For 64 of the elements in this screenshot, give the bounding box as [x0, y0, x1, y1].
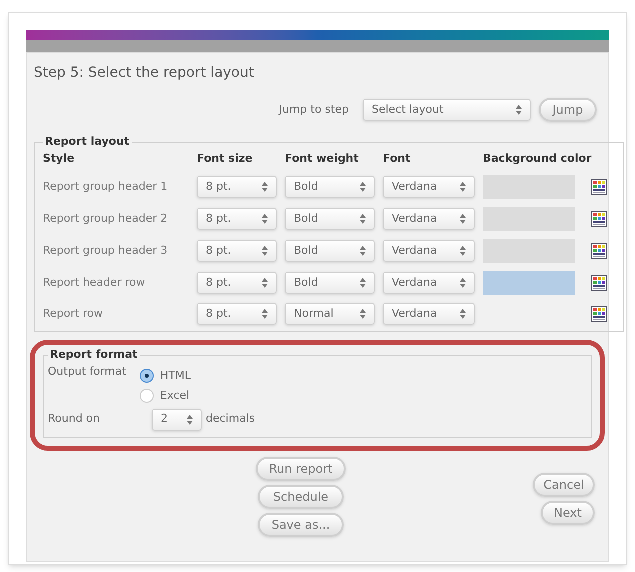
updown-icon: [460, 278, 466, 288]
updown-icon: [262, 246, 268, 256]
font-size-select[interactable]: 8 pt.: [197, 240, 277, 262]
color-picker-icon[interactable]: [591, 243, 607, 259]
font-weight-select[interactable]: Bold: [285, 272, 375, 294]
updown-icon: [360, 278, 366, 288]
pill-button[interactable]: Schedule: [258, 484, 344, 508]
group-legend: Report layout: [43, 134, 132, 150]
updown-icon: [262, 278, 268, 288]
round-label: Round on: [48, 411, 102, 428]
font-select[interactable]: Verdana: [383, 303, 475, 325]
output-format-label: Output format: [48, 364, 126, 380]
updown-icon: [262, 182, 268, 192]
style-label: Report row: [43, 306, 104, 322]
color-picker-icon[interactable]: [591, 179, 607, 195]
column-header: Font: [383, 150, 412, 166]
font-size-select[interactable]: 8 pt.: [197, 272, 277, 294]
jump-label: Jump to step: [279, 102, 349, 118]
step-title: Step 5: Select the report layout: [34, 64, 256, 83]
updown-icon: [360, 309, 366, 319]
updown-icon: [360, 214, 366, 224]
font-size-select[interactable]: 8 pt.: [197, 303, 277, 325]
color-picker-icon[interactable]: [591, 275, 607, 291]
updown-icon: [460, 214, 466, 224]
step-select[interactable]: Select layout: [363, 99, 531, 121]
font-select[interactable]: Verdana: [383, 208, 475, 230]
updown-icon: [360, 246, 366, 256]
updown-icon: [187, 414, 193, 424]
column-header: Font size: [197, 150, 254, 166]
font-weight-select[interactable]: Bold: [285, 208, 375, 230]
decimals-select[interactable]: 2: [152, 408, 202, 430]
updown-icon: [360, 182, 366, 192]
font-weight-select[interactable]: Normal: [285, 303, 375, 325]
font-weight-select[interactable]: Bold: [285, 176, 375, 198]
font-select[interactable]: Verdana: [383, 272, 475, 294]
style-label: Report group header 3: [43, 242, 169, 259]
color-picker-icon[interactable]: [591, 306, 607, 322]
column-header: Background color: [483, 150, 593, 166]
updown-icon: [460, 309, 466, 319]
style-label: Report group header 1: [43, 178, 169, 195]
decimals-label: decimals: [206, 411, 256, 428]
updown-icon: [262, 309, 268, 319]
font-size-select[interactable]: 8 pt.: [197, 208, 277, 230]
style-label: Report group header 2: [43, 210, 169, 227]
style-label: Report header row: [43, 274, 146, 291]
format-radio[interactable]: HTML: [140, 368, 192, 384]
pill-button[interactable]: Run report: [256, 456, 346, 480]
pill-button[interactable]: Next: [541, 500, 595, 524]
format-radio[interactable]: Excel: [140, 388, 192, 404]
color-picker-icon[interactable]: [591, 211, 607, 227]
column-header: Style: [43, 150, 76, 166]
font-select[interactable]: Verdana: [383, 176, 475, 198]
column-header: Font weight: [285, 150, 360, 166]
updown-icon: [460, 182, 466, 192]
font-select[interactable]: Verdana: [383, 240, 475, 262]
pill-button[interactable]: Save as...: [258, 512, 344, 536]
font-weight-select[interactable]: Bold: [285, 240, 375, 262]
font-size-select[interactable]: 8 pt.: [197, 176, 277, 198]
pill-button[interactable]: Cancel: [533, 472, 595, 496]
updown-icon: [262, 214, 268, 224]
pill-button[interactable]: Jump: [539, 98, 597, 122]
updown-icon: [516, 105, 522, 115]
group-legend: Report format: [48, 347, 140, 364]
updown-icon: [460, 246, 466, 256]
